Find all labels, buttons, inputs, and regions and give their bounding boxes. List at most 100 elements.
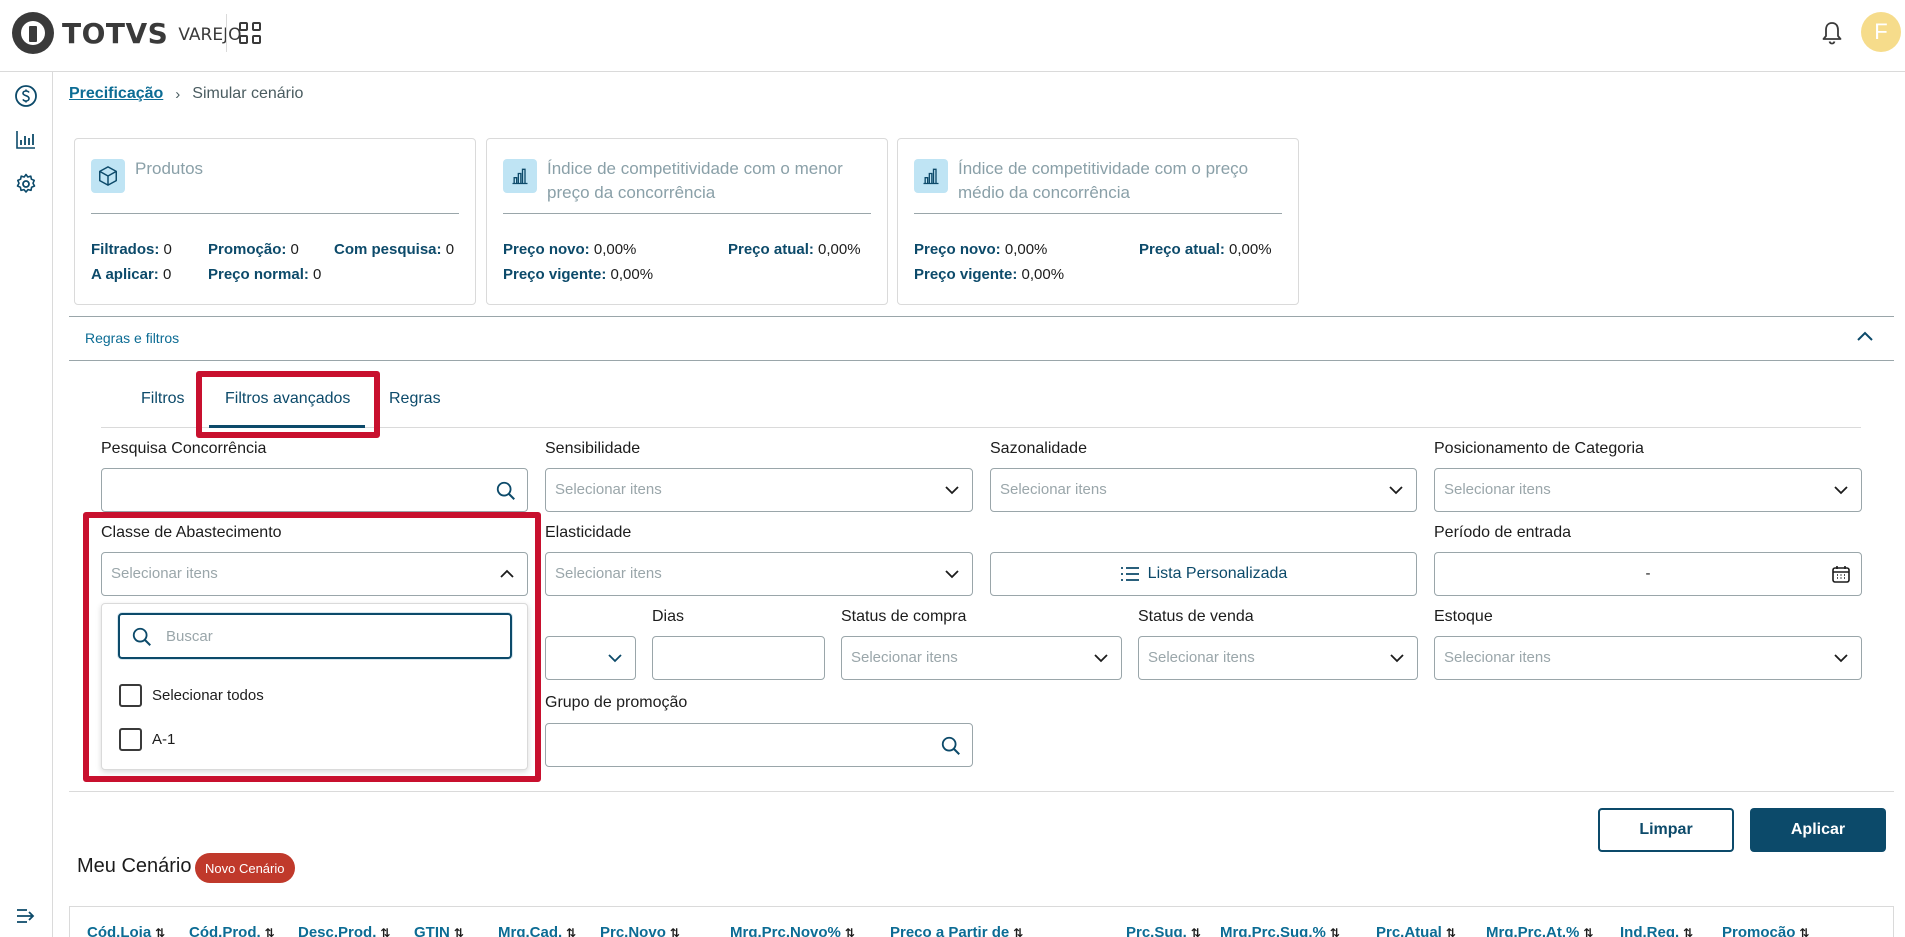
sidebar: [0, 72, 53, 937]
stat-preco-atual: Preço atual: 0,00%: [1139, 241, 1272, 258]
elasticidade-select[interactable]: Selecionar itens: [545, 552, 973, 596]
apply-button[interactable]: Aplicar: [1750, 808, 1886, 852]
column-header[interactable]: Mrg.Prc.Novo% ⇅: [730, 924, 855, 937]
list-icon: [1120, 567, 1139, 581]
column-header[interactable]: Ind.Reg. ⇅: [1620, 924, 1693, 937]
status-compra-select[interactable]: Selecionar itens: [841, 636, 1122, 680]
status-compra-placeholder: Selecionar itens: [851, 649, 958, 666]
card-divider: [503, 213, 871, 214]
lista-personalizada-label: Lista Personalizada: [1147, 565, 1288, 582]
clear-button[interactable]: Limpar: [1598, 808, 1734, 852]
status-badge: Novo Cenário: [195, 853, 295, 883]
search-icon[interactable]: [495, 480, 517, 502]
column-header[interactable]: Mrg.Prc.At.% ⇅: [1486, 924, 1593, 937]
breadcrumb: Precificação › Simular cenário: [69, 85, 303, 103]
posicionamento-categoria-select[interactable]: Selecionar itens: [1434, 468, 1862, 512]
header-separator: [226, 14, 227, 52]
pesquisa-concorrencia-input[interactable]: [101, 468, 528, 512]
user-avatar[interactable]: F: [1861, 12, 1901, 52]
label-status-compra: Status de compra: [841, 608, 967, 625]
apps-grid-icon[interactable]: [239, 22, 261, 44]
tab-filtros[interactable]: Filtros: [141, 390, 185, 408]
section-title-regras-filtros[interactable]: Regras e filtros: [85, 330, 179, 346]
stat-preco-vigente: Preço vigente: 0,00%: [503, 266, 654, 283]
column-header[interactable]: Preco a Partir de ⇅: [890, 924, 1023, 937]
card-title: Índice de competitividade com o menor pr…: [547, 159, 843, 202]
date-range-separator: -: [1645, 565, 1651, 582]
elasticidade-placeholder: Selecionar itens: [555, 565, 662, 582]
chevron-up-icon[interactable]: [1856, 329, 1874, 343]
column-header[interactable]: Promoção ⇅: [1722, 924, 1809, 937]
label-periodo-entrada: Período de entrada: [1434, 524, 1571, 541]
card-title: Índice de competitividade com o preço mé…: [958, 159, 1249, 202]
column-header[interactable]: Prc.Atual ⇅: [1376, 924, 1456, 937]
gear-icon[interactable]: [14, 172, 38, 196]
bar-chart-icon: [914, 159, 948, 193]
scenario-table-header: Cód.Loja ⇅ Cód.Prod. ⇅ Desc.Prod. ⇅ GTIN ⇅ M…: [69, 906, 1894, 937]
stat-preco-novo: Preço novo: 0,00%: [503, 241, 637, 258]
filters-divider: [69, 791, 1894, 792]
search-icon[interactable]: [940, 735, 962, 757]
card-title: Produtos: [135, 159, 204, 178]
bell-icon[interactable]: [1820, 20, 1844, 46]
sensibilidade-placeholder: Selecionar itens: [555, 481, 662, 498]
posicionamento-placeholder: Selecionar itens: [1444, 481, 1551, 498]
column-header[interactable]: Mrg.Cad. ⇅: [498, 924, 576, 937]
breadcrumb-link-precificacao[interactable]: Precificação: [69, 85, 163, 103]
bar-chart-icon[interactable]: [14, 128, 38, 152]
card-divider: [91, 213, 459, 214]
label-sazonalidade: Sazonalidade: [990, 440, 1087, 457]
breadcrumb-chevron-icon: ›: [175, 85, 181, 103]
column-header[interactable]: Mrg.Prc.Sug.% ⇅: [1220, 924, 1340, 937]
label-posicionamento-categoria: Posicionamento de Categoria: [1434, 440, 1644, 457]
card-indice-menor-preco: Índice de competitividade com o menor pr…: [486, 138, 888, 305]
highlight-box-tab: [196, 371, 380, 438]
label-dias: Dias: [652, 608, 685, 625]
chevron-down-icon: [1389, 486, 1403, 495]
brand-name: TOTVS: [62, 16, 169, 50]
chevron-down-icon: [608, 654, 622, 663]
card-divider: [914, 213, 1282, 214]
column-header[interactable]: Desc.Prod. ⇅: [298, 924, 390, 937]
stat-promocao: Promoção: 0: [208, 241, 299, 258]
stat-preco-normal: Preço normal: 0: [208, 266, 322, 283]
dollar-circle-icon[interactable]: [14, 84, 38, 108]
column-header[interactable]: Cód.Loja ⇅: [87, 924, 165, 937]
calendar-icon[interactable]: [1831, 564, 1851, 584]
label-grupo-promocao: Grupo de promoção: [545, 694, 688, 711]
hidden-select-partial[interactable]: [545, 636, 636, 680]
sensibilidade-select[interactable]: Selecionar itens: [545, 468, 973, 512]
chevron-down-icon: [945, 570, 959, 579]
scenario-title: Meu Cenário: [77, 855, 192, 877]
lista-personalizada-button[interactable]: Lista Personalizada: [990, 552, 1417, 596]
chevron-down-icon: [1094, 654, 1108, 663]
highlight-box-classe: [83, 512, 541, 782]
chevron-down-icon: [1834, 654, 1848, 663]
column-header[interactable]: Prc.Novo ⇅: [600, 924, 680, 937]
column-header[interactable]: Prc.Sug. ⇅: [1126, 924, 1201, 937]
periodo-entrada-input[interactable]: -: [1434, 552, 1862, 596]
grupo-promocao-input[interactable]: [545, 723, 973, 767]
dias-input[interactable]: [652, 636, 825, 680]
column-header[interactable]: GTIN ⇅: [414, 924, 464, 937]
column-header[interactable]: Cód.Prod. ⇅: [189, 924, 275, 937]
estoque-select[interactable]: Selecionar itens: [1434, 636, 1862, 680]
status-venda-select[interactable]: Selecionar itens: [1138, 636, 1418, 680]
stat-preco-vigente: Preço vigente: 0,00%: [914, 266, 1065, 283]
chevron-down-icon: [1834, 486, 1848, 495]
expand-menu-icon[interactable]: [14, 904, 38, 928]
cube-icon: [91, 159, 125, 193]
totvs-logo[interactable]: TOTVS VAREJO: [12, 12, 241, 54]
sazonalidade-select[interactable]: Selecionar itens: [990, 468, 1417, 512]
chevron-down-icon: [1390, 654, 1404, 663]
card-produtos: Produtos Filtrados: 0 Promoção: 0 Com pe…: [74, 138, 476, 305]
section-divider-top: [69, 316, 1894, 317]
brand-sub: VAREJO: [178, 25, 242, 45]
tab-regras[interactable]: Regras: [389, 390, 441, 408]
label-sensibilidade: Sensibilidade: [545, 440, 641, 457]
stat-com-pesquisa: Com pesquisa: 0: [334, 241, 455, 258]
stat-preco-novo: Preço novo: 0,00%: [914, 241, 1048, 258]
sazonalidade-placeholder: Selecionar itens: [1000, 481, 1107, 498]
estoque-placeholder: Selecionar itens: [1444, 649, 1551, 666]
label-estoque: Estoque: [1434, 608, 1493, 625]
